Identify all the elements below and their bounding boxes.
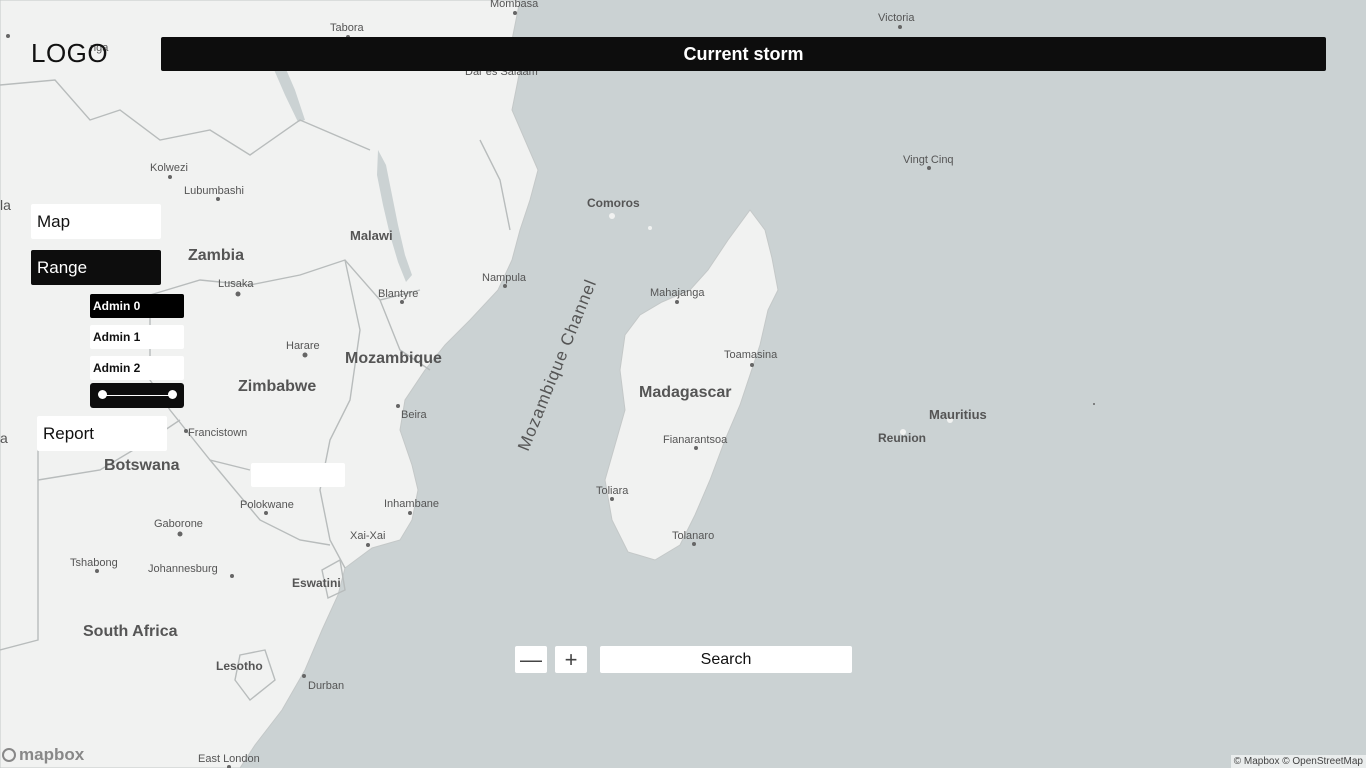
comoros-island	[648, 226, 652, 230]
map-label-polokwane: Polokwane	[240, 499, 294, 511]
map-label-beira: Beira	[401, 409, 428, 421]
map-label-tolanaro: Tolanaro	[672, 530, 714, 542]
page-title-bar: Current storm	[161, 37, 1326, 71]
search-button[interactable]: Search	[600, 646, 852, 673]
comoros-island	[609, 213, 615, 219]
map-label-inhambane: Inhambane	[384, 498, 439, 510]
app-logo: LOGO	[31, 38, 109, 68]
map-label-eswatini: Eswatini	[292, 576, 341, 590]
map-label-johannesburg: Johannesburg	[148, 563, 218, 575]
map-button[interactable]: Map	[31, 204, 161, 239]
range-slider-handle-low[interactable]	[97, 390, 107, 399]
map-label-mauritius: Mauritius	[929, 407, 987, 422]
map-label-toamasina: Toamasina	[724, 349, 778, 361]
map-label-botswana: Botswana	[104, 457, 180, 474]
map-label-lesotho: Lesotho	[216, 659, 263, 673]
mapbox-logo-text: mapbox	[19, 745, 85, 764]
map-label-a: a	[0, 430, 8, 446]
map-label-vingt-cinq: Vingt Cinq	[903, 154, 954, 166]
range-button[interactable]: Range	[31, 250, 161, 285]
map-label-east-london: East London	[198, 753, 260, 765]
zoom-in-button[interactable]: +	[555, 646, 587, 673]
map-label-comoros: Comoros	[587, 196, 640, 210]
map-label-mombasa: Mombasa	[490, 0, 539, 10]
map-label-mozambique: Mozambique	[345, 350, 442, 367]
mapbox-logo[interactable]: mapbox	[2, 745, 84, 765]
range-slider[interactable]	[90, 383, 184, 408]
map-label-fianarantsoa: Fianarantsoa	[663, 434, 728, 446]
map-label-mahajanga: Mahajanga	[650, 287, 705, 299]
map-label-tabora: Tabora	[330, 22, 365, 34]
map-label-zambia: Zambia	[188, 247, 244, 264]
map-label-blantyre: Blantyre	[378, 288, 418, 300]
mapbox-logo-icon	[2, 748, 16, 762]
admin-2-button[interactable]: Admin 2	[90, 356, 184, 380]
zoom-out-button[interactable]: —	[515, 646, 547, 673]
map-label-tshabong: Tshabong	[70, 557, 118, 569]
admin-1-button[interactable]: Admin 1	[90, 325, 184, 349]
map-label-nampula: Nampula	[482, 272, 527, 284]
map-label-durban: Durban	[308, 680, 344, 692]
map-label-xai-xai: Xai-Xai	[350, 530, 385, 542]
map-label-kolwezi: Kolwezi	[150, 162, 188, 174]
map-label-francistown: Francistown	[188, 427, 247, 439]
map-label-malawi: Malawi	[350, 228, 393, 243]
map-label-lubumbashi: Lubumbashi	[184, 185, 244, 197]
map-attribution[interactable]: © Mapbox © OpenStreetMap	[1230, 755, 1366, 768]
report-button[interactable]: Report	[37, 416, 167, 451]
map-label-south-africa: South Africa	[83, 623, 178, 640]
map-label-toliara: Toliara	[596, 485, 629, 497]
range-slider-handle-high[interactable]	[167, 390, 177, 399]
map-label-la: la	[0, 197, 11, 213]
map-label-gaborone: Gaborone	[154, 518, 203, 530]
map-label-reunion: Reunion	[878, 431, 926, 445]
map-label-madagascar: Madagascar	[639, 384, 732, 401]
admin-0-button[interactable]: Admin 0	[90, 294, 184, 318]
empty-panel	[251, 463, 345, 487]
range-slider-track	[102, 395, 172, 396]
map-label-harare: Harare	[286, 340, 320, 352]
map-label-lusaka: Lusaka	[218, 278, 254, 290]
map-label-zimbabwe: Zimbabwe	[238, 378, 316, 395]
map-label-victoria: Victoria	[878, 12, 915, 24]
